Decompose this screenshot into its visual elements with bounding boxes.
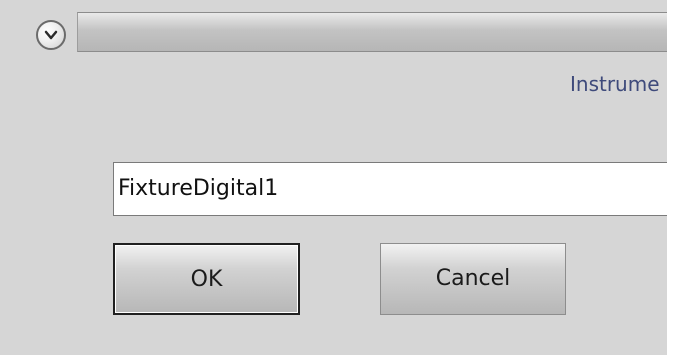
window-title-strip[interactable] (77, 12, 667, 52)
window-menu-button[interactable] (36, 20, 66, 50)
cancel-button[interactable]: Cancel (380, 243, 566, 315)
instrument-name-input[interactable] (113, 162, 667, 216)
dialog-heading: Instrume (570, 72, 660, 96)
chevron-down-icon (44, 30, 58, 40)
ok-button[interactable]: OK (113, 243, 300, 315)
title-bar (0, 0, 667, 56)
dialog-window: Instrume OK Cancel (0, 0, 667, 355)
